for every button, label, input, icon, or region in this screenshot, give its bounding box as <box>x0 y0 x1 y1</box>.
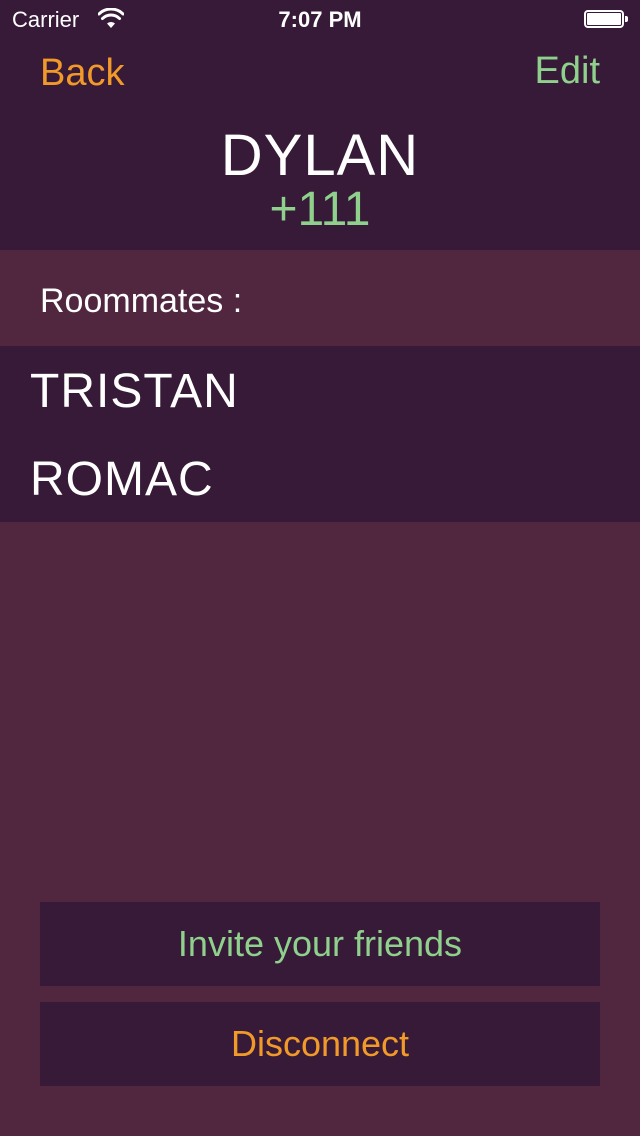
back-button[interactable]: Back <box>40 52 124 95</box>
user-score: +111 <box>269 183 371 236</box>
user-name: DYLAN <box>220 123 420 188</box>
list-item[interactable]: TRISTAN <box>30 364 239 419</box>
battery-icon <box>584 10 628 28</box>
disconnect-button[interactable]: Disconnect <box>40 1002 600 1086</box>
roommates-heading: Roommates : <box>40 282 243 320</box>
status-bar: Carrier 7:07 PM <box>0 0 640 40</box>
edit-button[interactable]: Edit <box>535 50 600 93</box>
invite-friends-button[interactable]: Invite your friends <box>40 902 600 986</box>
header: Back Edit DYLAN +111 <box>0 40 640 250</box>
roommates-list: TRISTAN ROMAC <box>0 346 640 522</box>
clock: 7:07 PM <box>278 7 362 32</box>
list-item[interactable]: ROMAC <box>30 452 214 507</box>
